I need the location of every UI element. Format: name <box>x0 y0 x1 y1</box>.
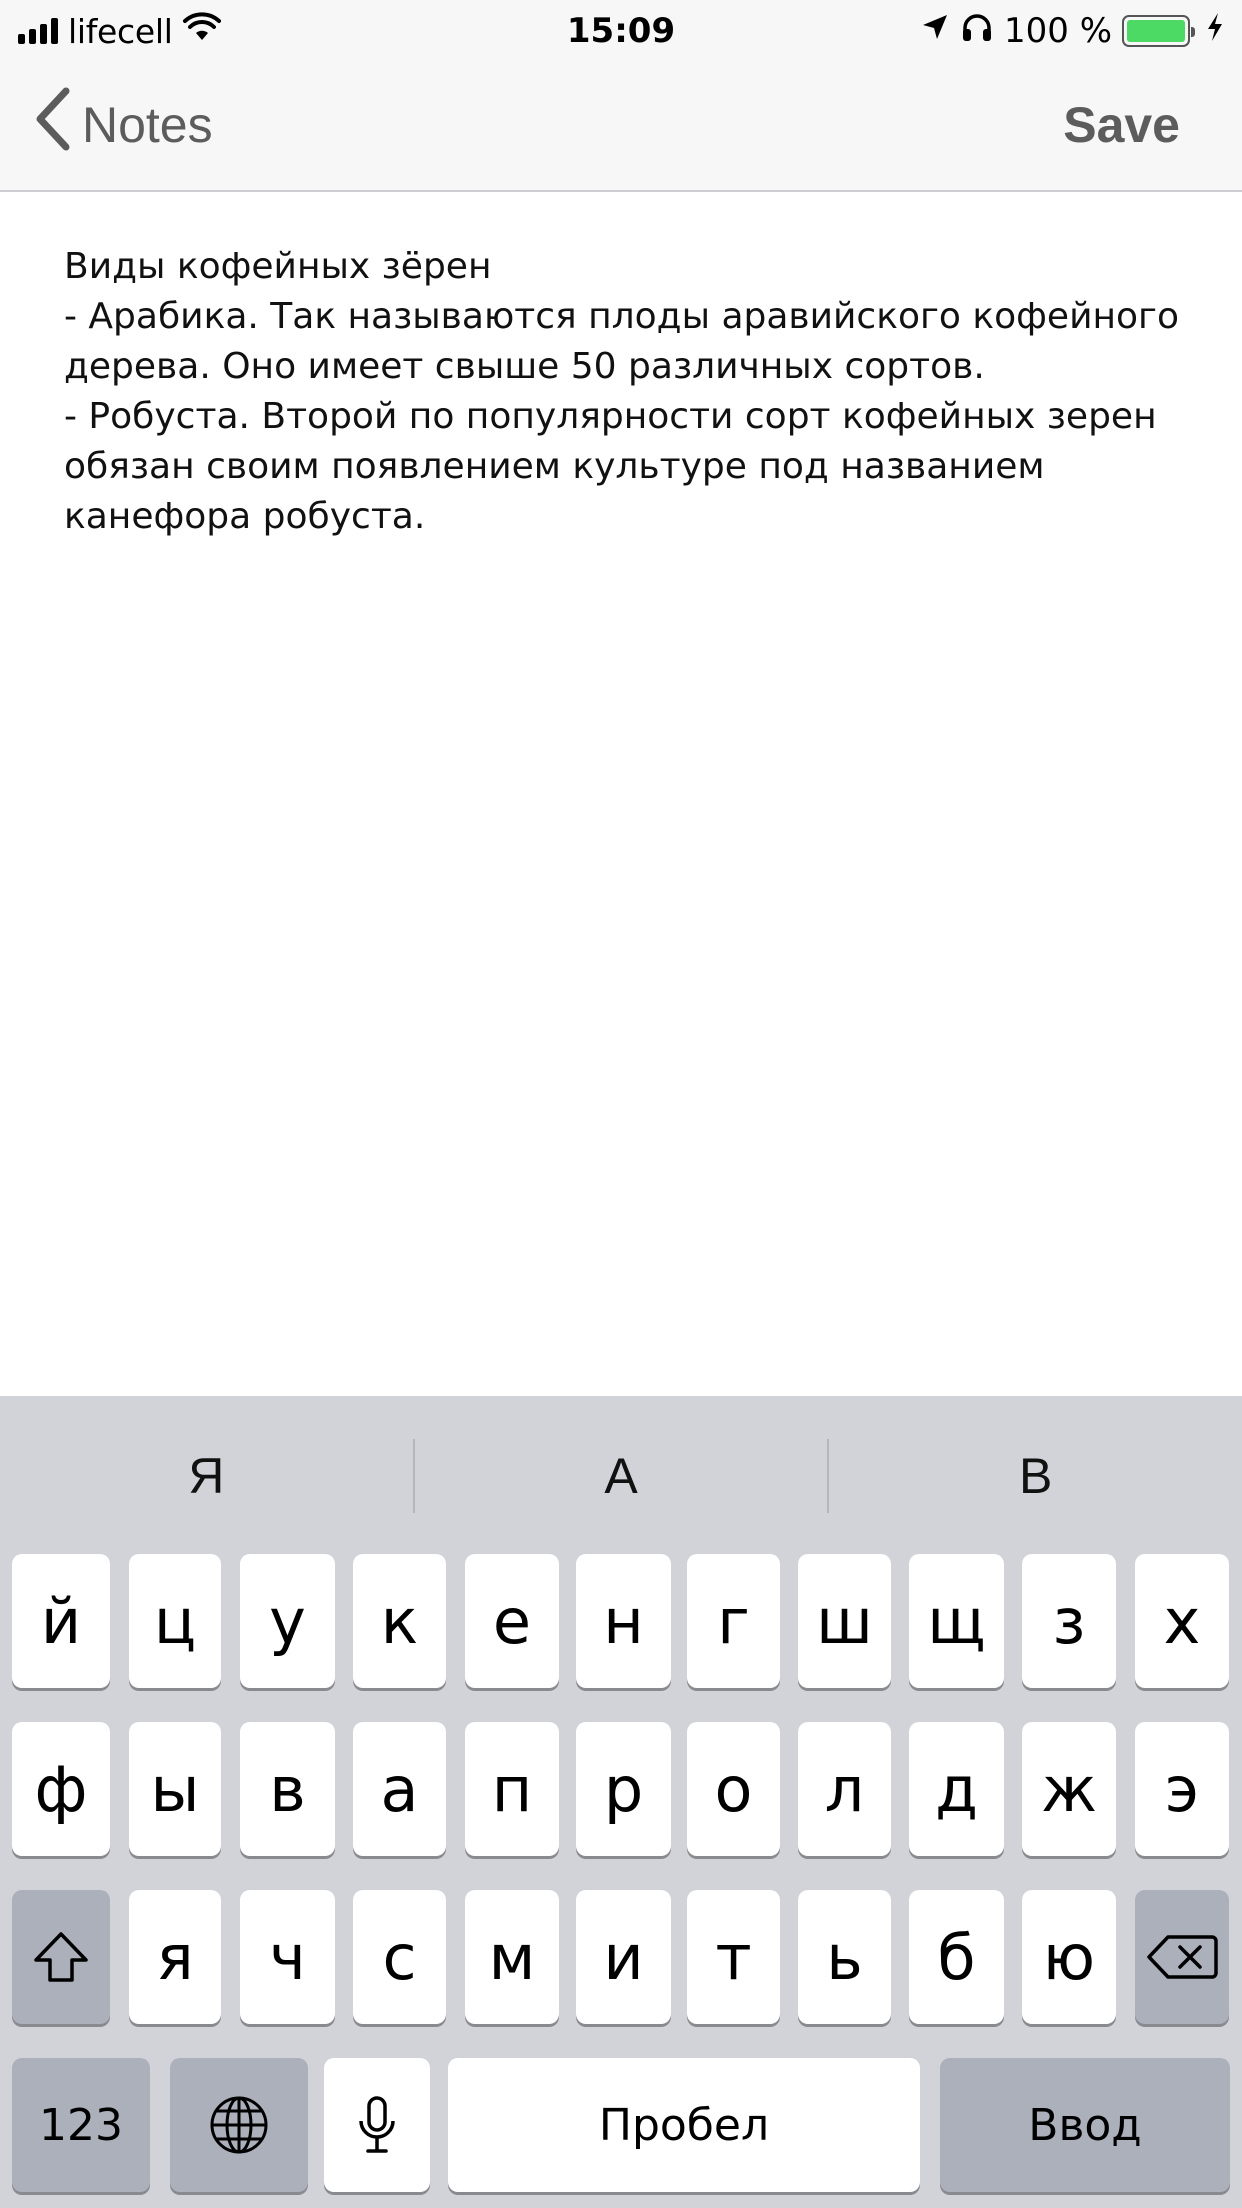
key-row2-2[interactable]: ы <box>129 1722 221 1856</box>
back-button-label: Notes <box>82 97 213 153</box>
key-row3-2[interactable]: ч <box>240 1890 335 2024</box>
status-right: 100 % <box>920 0 1224 62</box>
globe-icon <box>210 2096 268 2154</box>
signal-icon <box>18 18 58 44</box>
note-editor[interactable]: Виды кофейных зёрен - Арабика. Так назыв… <box>0 192 1242 1396</box>
status-left: lifecell <box>18 0 221 62</box>
space-key[interactable]: Пробел <box>448 2058 920 2192</box>
wifi-icon <box>182 11 221 51</box>
shift-key[interactable] <box>12 1890 110 2024</box>
key-row3-6[interactable]: т <box>687 1890 780 2024</box>
back-button[interactable]: Notes <box>34 87 213 158</box>
battery-icon <box>1122 15 1195 47</box>
globe-key[interactable] <box>170 2058 308 2192</box>
key-row1-11[interactable]: х <box>1135 1554 1229 1688</box>
battery-percent: 100 % <box>1003 11 1112 51</box>
key-row1-9[interactable]: щ <box>909 1554 1004 1688</box>
key-row3-9[interactable]: ю <box>1022 1890 1116 2024</box>
chevron-left-icon <box>34 87 72 163</box>
backspace-icon <box>1147 1935 1218 1979</box>
prediction-bar: Я А В <box>0 1396 1242 1556</box>
headphones-icon <box>960 11 994 51</box>
battery-fill <box>1127 20 1185 42</box>
microphone-icon <box>359 2096 395 2153</box>
dictation-key[interactable] <box>324 2058 430 2192</box>
key-row1-5[interactable]: е <box>465 1554 559 1688</box>
return-key[interactable]: Ввод <box>940 2058 1230 2192</box>
key-row3-5[interactable]: и <box>576 1890 671 2024</box>
prediction-3[interactable]: В <box>829 1396 1242 1556</box>
key-row3-3[interactable]: с <box>353 1890 446 2024</box>
key-row2-11[interactable]: э <box>1135 1722 1229 1856</box>
key-row1-6[interactable]: н <box>576 1554 671 1688</box>
key-row2-8[interactable]: л <box>798 1722 891 1856</box>
charging-bolt-icon <box>1206 11 1224 51</box>
key-row1-7[interactable]: г <box>687 1554 780 1688</box>
location-arrow-icon <box>920 11 950 51</box>
delete-key[interactable] <box>1135 1890 1229 2024</box>
save-button[interactable]: Save <box>1063 92 1180 158</box>
key-row2-3[interactable]: в <box>240 1722 335 1856</box>
note-text[interactable]: Виды кофейных зёрен - Арабика. Так назыв… <box>64 242 1194 542</box>
key-row3-7[interactable]: ь <box>798 1890 891 2024</box>
keyboard: Я А В й ц у к е н г ш щ з х ф ы в а п р … <box>0 1396 1242 2208</box>
prediction-1[interactable]: Я <box>0 1396 413 1556</box>
key-row2-7[interactable]: о <box>687 1722 780 1856</box>
key-row2-6[interactable]: р <box>576 1722 671 1856</box>
key-row3-1[interactable]: я <box>129 1890 221 2024</box>
carrier-name: lifecell <box>68 11 173 51</box>
clock: 15:09 <box>566 11 676 51</box>
shift-arrow-icon <box>34 1932 88 1982</box>
key-row1-8[interactable]: ш <box>798 1554 891 1688</box>
key-row1-4[interactable]: к <box>353 1554 446 1688</box>
key-row3-4[interactable]: м <box>465 1890 559 2024</box>
key-row3-8[interactable]: б <box>909 1890 1004 2024</box>
navigation-bar: Notes Save <box>0 62 1242 192</box>
key-row1-3[interactable]: у <box>240 1554 335 1688</box>
numbers-key[interactable]: 123 <box>12 2058 150 2192</box>
key-row1-1[interactable]: й <box>12 1554 110 1688</box>
status-bar: lifecell 15:09 100 % <box>0 0 1242 62</box>
key-row1-10[interactable]: з <box>1022 1554 1116 1688</box>
key-row2-1[interactable]: ф <box>12 1722 110 1856</box>
key-row1-2[interactable]: ц <box>129 1554 221 1688</box>
prediction-2[interactable]: А <box>415 1396 828 1556</box>
key-row2-10[interactable]: ж <box>1022 1722 1116 1856</box>
key-row2-5[interactable]: п <box>465 1722 559 1856</box>
key-row2-4[interactable]: а <box>353 1722 446 1856</box>
key-row2-9[interactable]: д <box>909 1722 1004 1856</box>
